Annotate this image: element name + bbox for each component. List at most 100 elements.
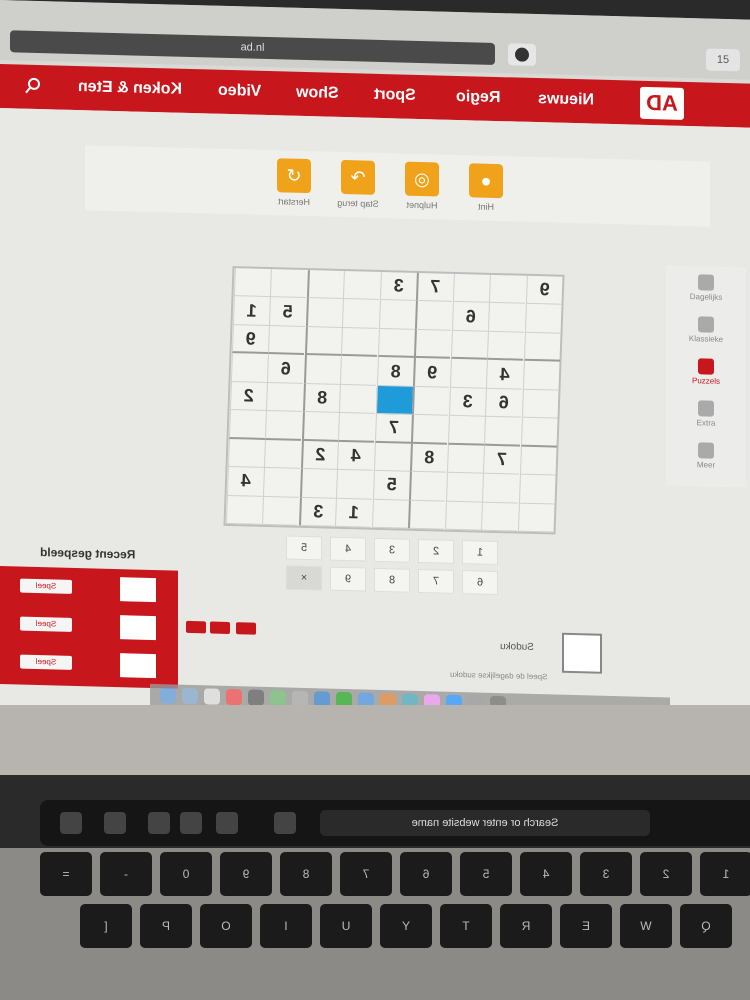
sudoku-cell[interactable] xyxy=(225,495,263,525)
keyboard-key[interactable]: = xyxy=(40,852,92,896)
sudoku-cell[interactable] xyxy=(230,353,268,383)
sudoku-cell[interactable] xyxy=(227,438,265,469)
sudoku-cell[interactable] xyxy=(335,469,374,500)
sudoku-cell[interactable] xyxy=(486,331,525,362)
sudoku-cell[interactable]: 4 xyxy=(226,467,264,497)
nav-item-regio[interactable]: Regio xyxy=(456,88,500,107)
sudoku-cell[interactable] xyxy=(371,499,409,529)
nav-item-show[interactable]: Show xyxy=(296,84,339,103)
sudoku-cell[interactable] xyxy=(339,356,378,386)
keyboard-key[interactable]: [ xyxy=(80,904,132,948)
back-icon[interactable] xyxy=(148,812,170,834)
keyboard-key[interactable]: Q xyxy=(680,904,732,948)
sudoku-cell[interactable] xyxy=(452,273,490,304)
keyboard-key[interactable]: I xyxy=(260,904,312,948)
sudoku-cell[interactable] xyxy=(267,325,306,356)
sudoku-cell[interactable] xyxy=(520,417,558,448)
app-icon[interactable] xyxy=(248,689,264,706)
sudoku-cell[interactable] xyxy=(414,301,453,331)
sudoku-cell[interactable]: 3 xyxy=(379,271,417,302)
keyboard-key[interactable]: U xyxy=(320,904,372,948)
sudoku-cell[interactable] xyxy=(480,502,519,532)
undo-button[interactable]: ↶ xyxy=(341,159,375,195)
sudoku-cell[interactable]: 8 xyxy=(409,443,448,473)
sudoku-cell[interactable] xyxy=(446,444,484,474)
sudoku-cell[interactable] xyxy=(340,327,379,358)
sudoku-cell[interactable] xyxy=(303,355,341,385)
keyboard-key[interactable]: 8 xyxy=(280,852,332,896)
sudoku-cell[interactable] xyxy=(450,330,488,361)
tab-icon[interactable] xyxy=(60,812,82,834)
list-item[interactable]: Speel xyxy=(10,610,170,642)
nav-item-koken-eten[interactable]: Koken & Eten xyxy=(78,78,182,99)
sidebar-item-extra[interactable]: Extra xyxy=(678,400,734,437)
key-4[interactable]: 4 xyxy=(330,536,366,562)
sudoku-cell[interactable]: 6 xyxy=(266,354,305,384)
sudoku-cell[interactable] xyxy=(524,304,562,334)
sidebar-item-meer[interactable]: Meer xyxy=(678,442,734,479)
nav-item-video[interactable]: Video xyxy=(218,82,261,101)
sudoku-cell[interactable]: 3 xyxy=(298,497,336,527)
keyboard-key[interactable]: E xyxy=(560,904,612,948)
tabs-button[interactable]: 15 xyxy=(706,48,740,72)
app-icon[interactable] xyxy=(204,688,220,705)
key-6[interactable]: 6 xyxy=(462,570,498,596)
sudoku-cell[interactable] xyxy=(481,473,520,504)
sudoku-cell[interactable]: 9 xyxy=(412,358,451,388)
keyboard-key[interactable]: 9 xyxy=(220,852,272,896)
list-item[interactable]: Speel xyxy=(10,572,170,604)
sudoku-cell[interactable] xyxy=(375,385,413,416)
sudoku-cell[interactable]: 5 xyxy=(372,470,410,501)
sudoku-cell[interactable] xyxy=(445,472,483,503)
keyboard-key[interactable]: T xyxy=(440,904,492,948)
site-logo[interactable]: AD xyxy=(640,86,684,120)
sudoku-cell[interactable]: 7 xyxy=(415,272,454,303)
play-button[interactable]: Speel xyxy=(20,616,72,632)
app-icon[interactable] xyxy=(226,688,242,706)
sudoku-cell[interactable] xyxy=(263,439,302,469)
sudoku-cell[interactable]: 1 xyxy=(334,498,373,528)
app-icon[interactable] xyxy=(160,687,176,704)
sudoku-cell[interactable]: 2 xyxy=(300,440,338,470)
keyboard-key[interactable]: 2 xyxy=(640,852,692,896)
keyboard-key[interactable]: W xyxy=(620,904,672,948)
restart-button[interactable]: ↻ xyxy=(277,158,311,194)
sudoku-cell[interactable]: 8 xyxy=(376,357,414,387)
nav-item-nieuws[interactable]: Nieuws xyxy=(538,90,594,109)
keyboard-key[interactable]: 7 xyxy=(340,852,392,896)
sudoku-cell[interactable] xyxy=(304,326,342,357)
sudoku-cell[interactable]: 2 xyxy=(229,381,267,412)
sudoku-cell[interactable] xyxy=(341,299,380,329)
sudoku-cell[interactable] xyxy=(338,384,377,415)
sudoku-cell[interactable] xyxy=(447,415,485,446)
sudoku-cell[interactable] xyxy=(517,503,555,533)
promo-card[interactable]: Sudoku Speel de dagelijkse sudoku xyxy=(450,630,602,684)
sidebar-icon[interactable] xyxy=(104,812,126,834)
sudoku-cell[interactable] xyxy=(407,500,446,530)
sidebar-item-puzzels[interactable]: Puzzels xyxy=(678,358,734,395)
play-button[interactable]: Speel xyxy=(20,578,72,594)
play-button[interactable]: Speel xyxy=(20,654,72,670)
keyboard-key[interactable]: 6 xyxy=(400,852,452,896)
sudoku-cell[interactable] xyxy=(377,328,415,359)
sudoku-cell[interactable]: 7 xyxy=(482,445,521,475)
keyboard-key[interactable]: 0 xyxy=(160,852,212,896)
sudoku-cell[interactable] xyxy=(411,386,450,416)
sudoku-cell[interactable] xyxy=(410,415,449,445)
share-button[interactable] xyxy=(210,621,230,635)
sudoku-cell[interactable] xyxy=(261,496,300,526)
sudoku-cell[interactable]: 9 xyxy=(525,275,563,306)
sudoku-cell[interactable]: 6 xyxy=(484,388,523,418)
share-button[interactable] xyxy=(236,622,256,635)
nav-item-sport[interactable]: Sport xyxy=(374,86,416,105)
hash-icon[interactable] xyxy=(180,812,202,834)
app-icon[interactable] xyxy=(182,687,198,705)
keyboard-key[interactable]: O xyxy=(200,904,252,948)
keyboard-key[interactable]: R xyxy=(500,904,552,948)
key-7[interactable]: 7 xyxy=(418,568,454,594)
key-5[interactable]: 5 xyxy=(286,535,322,561)
sudoku-cell[interactable] xyxy=(408,471,447,502)
keyboard-key[interactable]: P xyxy=(140,904,192,948)
sudoku-cell[interactable] xyxy=(444,501,482,531)
keyboard-key[interactable]: 1 xyxy=(700,852,750,896)
